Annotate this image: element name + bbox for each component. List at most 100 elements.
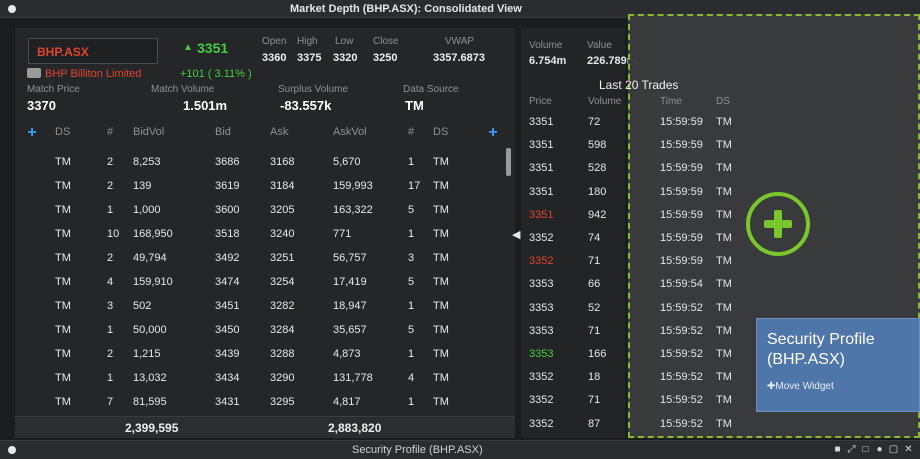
depth-cell-ask: 3205 xyxy=(270,204,295,216)
security-profile-card[interactable]: Security Profile (BHP.ASX) ✚Move Widget xyxy=(756,318,920,412)
trade-cell-ds: TM xyxy=(716,417,732,430)
depth-cell-ds-bid: TM xyxy=(55,300,71,312)
trade-row[interactable]: 3351 598 15:59:59 TM xyxy=(521,135,741,157)
depth-cell-ds-ask: TM xyxy=(433,372,449,384)
depth-cell-ds-bid: TM xyxy=(55,396,71,408)
depth-row[interactable]: TM 2 1,215 3439 3288 4,873 1 TM xyxy=(15,344,515,366)
expand-icon[interactable]: ⤢ xyxy=(846,444,857,455)
open-label: Open xyxy=(262,36,287,47)
trade-cell-ds: TM xyxy=(716,348,732,360)
trade-row[interactable]: 3352 87 15:59:52 TM xyxy=(521,414,741,436)
depth-cell-askvol: 56,757 xyxy=(333,252,367,264)
depth-row[interactable]: TM 1 1,000 3600 3205 163,322 5 TM xyxy=(15,200,515,222)
trade-row[interactable]: 3352 74 15:59:59 TM xyxy=(521,228,741,250)
low-label: Low xyxy=(335,36,354,47)
depth-row[interactable]: TM 2 49,794 3492 3251 56,757 3 TM xyxy=(15,248,515,270)
close-icon[interactable]: ✕ xyxy=(903,444,914,455)
depth-row[interactable]: TM 4 159,910 3474 3254 17,419 5 TM xyxy=(15,272,515,294)
trade-row[interactable]: 3351 72 15:59:59 TM xyxy=(521,112,741,134)
link-icon[interactable]: ■ xyxy=(832,444,843,455)
add-ask-row-icon[interactable]: + xyxy=(486,125,500,141)
depth-cell-bidvol: 13,032 xyxy=(133,372,167,384)
bottom-menu-dot[interactable] xyxy=(8,446,16,454)
col-header-ds-bid: DS xyxy=(55,126,71,138)
depth-row[interactable]: TM 2 8,253 3686 3168 5,670 1 TM xyxy=(15,152,515,174)
depth-row[interactable]: TM 1 13,032 3434 3290 131,778 4 TM xyxy=(15,368,515,390)
depth-cell-count-ask: 17 xyxy=(408,180,421,192)
depth-cell-askvol: 35,657 xyxy=(333,324,367,336)
depth-row[interactable]: TM 1 50,000 3450 3284 35,657 5 TM xyxy=(15,320,515,342)
depth-cell-bidvol: 139 xyxy=(133,180,152,192)
depth-cell-ds-bid: TM xyxy=(55,348,71,360)
company-card-icon xyxy=(27,68,41,78)
trade-cell-price: 3351 xyxy=(529,162,554,175)
depth-row[interactable]: TM 10 168,950 3518 3240 771 1 TM xyxy=(15,224,515,246)
trade-cell-volume: 528 xyxy=(588,162,607,175)
trade-cell-time: 15:59:52 xyxy=(660,394,703,407)
depth-cell-bid: 3451 xyxy=(215,300,240,312)
depth-cell-count-bid: 2 xyxy=(107,180,114,192)
trade-row[interactable]: 3352 71 15:59:52 TM xyxy=(521,390,741,412)
depth-cell-bidvol: 159,910 xyxy=(133,276,173,288)
depth-cell-ask: 3295 xyxy=(270,396,295,408)
trade-cell-time: 15:59:59 xyxy=(660,185,703,198)
total-bid-volume: 2,399,595 xyxy=(125,421,179,435)
col-header-bid: Bid xyxy=(215,126,231,138)
depth-cell-count-bid: 3 xyxy=(107,300,114,312)
add-bid-row-icon[interactable]: + xyxy=(25,125,39,141)
match-price-label: Match Price xyxy=(27,84,80,95)
depth-scrollbar[interactable] xyxy=(506,148,511,176)
depth-row[interactable]: TM 2 139 3619 3184 159,993 17 TM xyxy=(15,176,515,198)
trade-row[interactable]: 3353 66 15:59:54 TM xyxy=(521,274,741,296)
symbol-input[interactable]: BHP.ASX xyxy=(28,38,158,64)
move-widget-button[interactable]: ✚Move Widget xyxy=(767,381,834,392)
depth-cell-bidvol: 81,595 xyxy=(133,396,167,408)
trade-row[interactable]: 3351 942 15:59:59 TM xyxy=(521,205,741,227)
add-widget-icon[interactable] xyxy=(746,192,810,256)
trade-cell-volume: 71 xyxy=(588,324,601,337)
trade-row[interactable]: 3351 528 15:59:59 TM xyxy=(521,158,741,180)
trade-row[interactable]: 3352 71 15:59:59 TM xyxy=(521,251,741,273)
trade-cell-volume: 52 xyxy=(588,301,601,314)
depth-row[interactable]: TM 3 502 3451 3282 18,947 1 TM xyxy=(15,296,515,318)
trade-cell-time: 15:59:59 xyxy=(660,232,703,244)
surplus-volume-label: Surplus Volume xyxy=(278,84,349,95)
high-value: 3375 xyxy=(297,52,322,64)
depth-cell-bidvol: 50,000 xyxy=(133,324,167,336)
trade-cell-volume: 180 xyxy=(588,185,607,198)
match-volume-label: Match Volume xyxy=(151,84,215,95)
depth-cell-ds-bid: TM xyxy=(55,156,71,168)
depth-cell-count-ask: 5 xyxy=(408,324,415,336)
window-menu-dot[interactable] xyxy=(8,5,16,13)
market-depth-panel: BHP.ASX ▲ 3351 BHP Billiton Limited +101… xyxy=(15,28,515,438)
depth-cell-ask: 3251 xyxy=(270,252,295,264)
depth-cell-askvol: 131,778 xyxy=(333,372,373,384)
depth-cell-ds-ask: TM xyxy=(433,348,449,360)
trade-cell-ds: TM xyxy=(716,116,732,128)
trades-col-price: Price xyxy=(529,96,552,107)
trade-cell-ds: TM xyxy=(716,208,732,221)
depth-cell-askvol: 159,993 xyxy=(333,180,373,192)
depth-cell-bid: 3518 xyxy=(215,228,240,240)
depth-cell-ds-ask: TM xyxy=(433,300,449,312)
trade-row[interactable]: 3351 180 15:59:59 TM xyxy=(521,182,741,204)
depth-cell-bidvol: 49,794 xyxy=(133,252,167,264)
depth-cell-ds-bid: TM xyxy=(55,276,71,288)
depth-cell-askvol: 18,947 xyxy=(333,300,367,312)
depth-cell-bid: 3474 xyxy=(215,276,240,288)
depth-cell-count-bid: 1 xyxy=(107,324,114,336)
trade-row[interactable]: 3353 52 15:59:52 TM xyxy=(521,298,741,320)
settings-icon[interactable]: ● xyxy=(874,444,885,455)
trade-cell-price: 3352 xyxy=(529,417,554,430)
depth-cell-ask: 3290 xyxy=(270,372,295,384)
maximize-icon[interactable]: ▢ xyxy=(888,444,899,455)
trade-row[interactable]: 3352 18 15:59:52 TM xyxy=(521,367,741,389)
collapse-arrow-icon[interactable]: ◀ xyxy=(512,228,520,241)
depth-row[interactable]: TM 7 81,595 3431 3295 4,817 1 TM xyxy=(15,392,515,414)
depth-cell-ds-bid: TM xyxy=(55,324,71,336)
trade-row[interactable]: 3353 71 15:59:52 TM xyxy=(521,321,741,343)
trade-row[interactable]: 3353 166 15:59:52 TM xyxy=(521,344,741,366)
popout-icon[interactable]: □ xyxy=(860,444,871,455)
trade-cell-ds: TM xyxy=(716,301,732,314)
trade-cell-price: 3353 xyxy=(529,301,554,314)
